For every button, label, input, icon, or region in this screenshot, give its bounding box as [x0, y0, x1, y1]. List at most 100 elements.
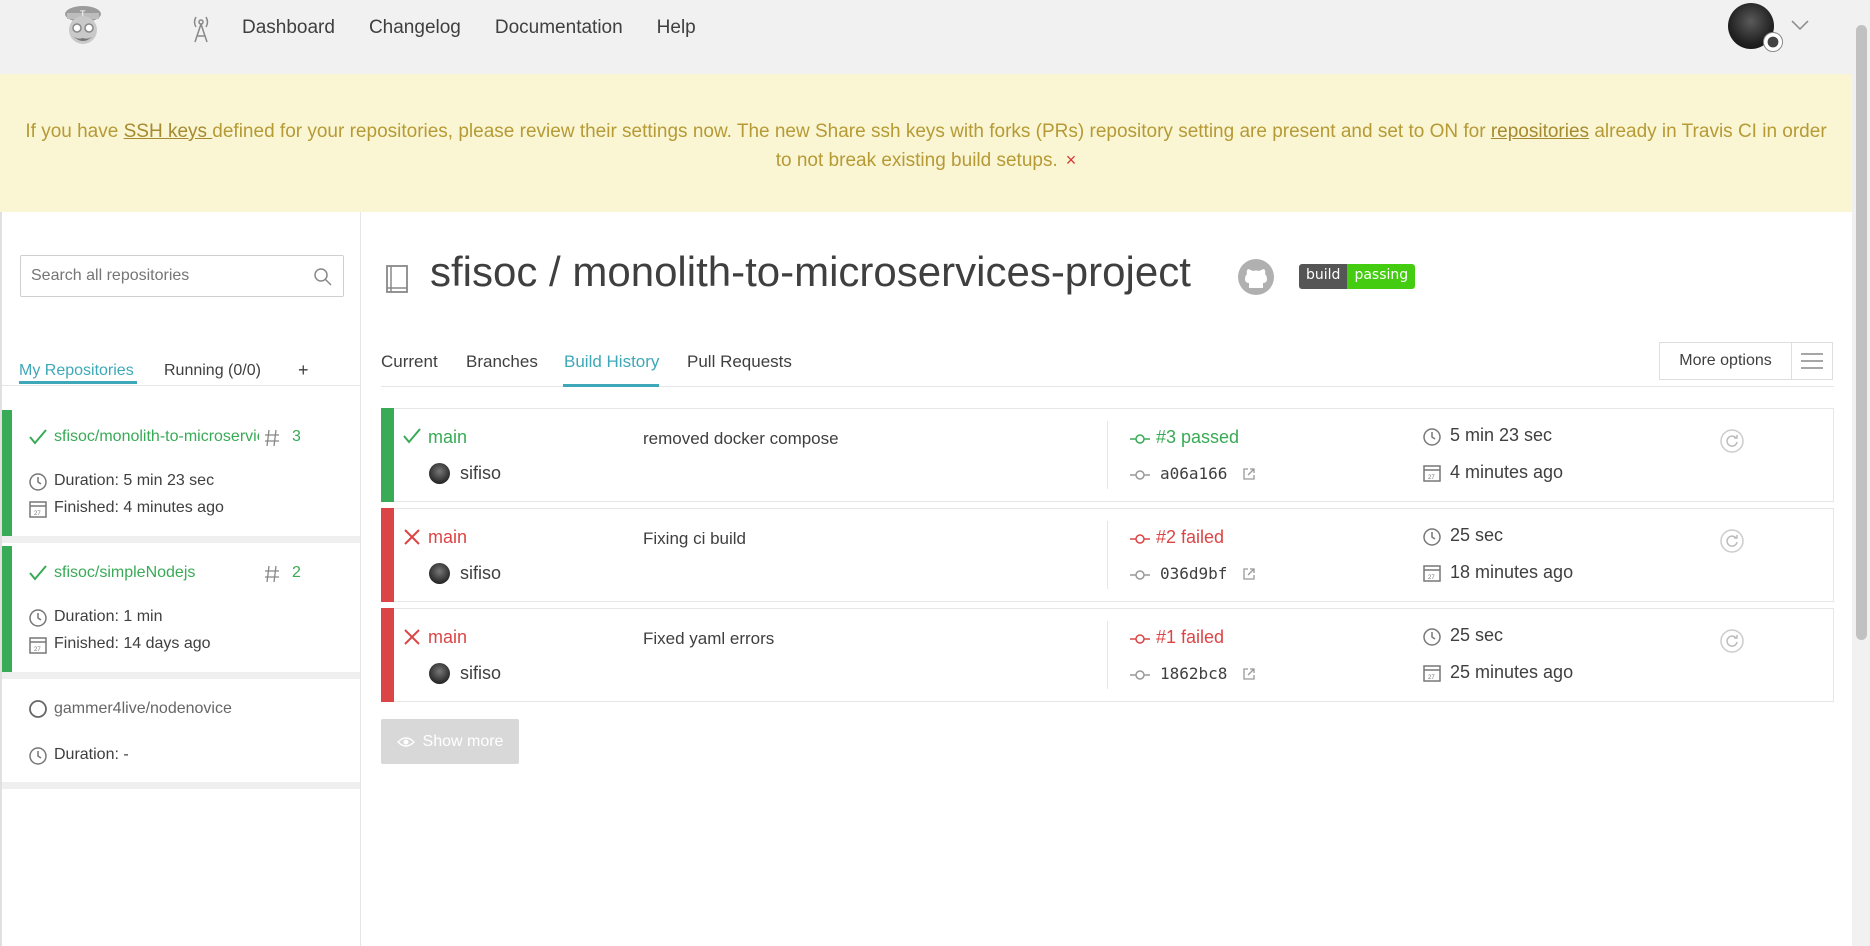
search-input[interactable]	[21, 256, 301, 296]
build-state[interactable]: #1 failed	[1156, 627, 1224, 648]
close-banner-icon[interactable]: ×	[1066, 150, 1077, 170]
build-row[interactable]: main sifiso removed docker compose #3 pa…	[381, 408, 1834, 502]
external-link-icon[interactable]	[1242, 467, 1256, 481]
github-mini-icon	[1763, 32, 1783, 52]
commit-icon	[1130, 634, 1150, 644]
hash-icon	[265, 565, 279, 583]
repo-card-simplenodejs[interactable]: sfisoc/simpleNodejs 2 Duration: 1 min 27…	[2, 546, 360, 672]
commit-hash-icon	[1130, 570, 1150, 580]
commit-hash[interactable]: 036d9bf	[1160, 564, 1227, 583]
build-status-badge[interactable]: build passing	[1299, 264, 1416, 289]
sidebar: My Repositories Running (0/0) + sfisoc/m…	[2, 212, 361, 946]
repo-card-nodenovice[interactable]: gammer4live/nodenovice Duration: -	[2, 682, 360, 794]
nav-dashboard[interactable]: Dashboard	[242, 17, 335, 39]
tab-branches[interactable]: Branches	[466, 352, 538, 372]
active-tab-underline	[563, 384, 659, 387]
repositories-link[interactable]: repositories	[1491, 121, 1589, 142]
repo-name[interactable]: gammer4live/nodenovice	[54, 700, 284, 718]
restart-icon[interactable]	[1720, 529, 1744, 553]
commit-message: Fixed yaml errors	[643, 629, 775, 648]
calendar-icon: 27	[1423, 565, 1441, 582]
build-status-bar	[381, 408, 394, 502]
nav-documentation[interactable]: Documentation	[495, 17, 623, 39]
clock-icon	[1423, 628, 1441, 646]
build-branch[interactable]: main	[428, 527, 467, 548]
tab-running[interactable]: Running (0/0)	[164, 362, 261, 380]
github-icon[interactable]	[1237, 258, 1275, 296]
repo-finished: Finished: 14 days ago	[54, 635, 211, 652]
chevron-down-icon[interactable]	[1790, 18, 1810, 32]
restart-icon[interactable]	[1720, 629, 1744, 653]
external-link-icon[interactable]	[1242, 667, 1256, 681]
build-branch[interactable]: main	[428, 627, 467, 648]
check-icon	[29, 565, 47, 581]
build-state[interactable]: #2 failed	[1156, 527, 1224, 548]
build-status-bar	[381, 508, 394, 602]
build-row[interactable]: main sifiso Fixed yaml errors #1 failed …	[381, 608, 1834, 702]
repo-separator	[2, 782, 360, 789]
svg-text:27: 27	[1428, 675, 1435, 681]
check-icon	[403, 428, 421, 444]
build-number[interactable]: 3	[292, 428, 301, 446]
commit-message: Fixing ci build	[643, 529, 746, 548]
build-author: sifiso	[460, 563, 502, 583]
calendar-icon: 27	[1423, 465, 1441, 482]
build-duration: 25 sec	[1450, 625, 1504, 645]
repo-finished: Finished: 4 minutes ago	[54, 499, 224, 516]
cross-icon	[404, 529, 420, 545]
active-tab-underline	[19, 381, 137, 384]
external-link-icon[interactable]	[1242, 567, 1256, 581]
clock-icon	[1423, 428, 1441, 446]
build-duration: 25 sec	[1450, 525, 1504, 545]
scrollbar-thumb[interactable]	[1856, 25, 1867, 640]
calendar-icon: 27	[29, 637, 47, 654]
restart-icon[interactable]	[1720, 429, 1744, 453]
nav-changelog[interactable]: Changelog	[369, 17, 461, 39]
repo-name[interactable]: sfisoc/monolith-to-microservices-project	[54, 428, 259, 446]
commit-hash-icon	[1130, 470, 1150, 480]
build-status-bar	[381, 608, 394, 702]
nav-help[interactable]: Help	[657, 17, 696, 39]
clock-icon	[29, 747, 47, 765]
clock-icon	[29, 473, 47, 491]
add-repo-button[interactable]: +	[298, 360, 309, 381]
tab-my-repositories[interactable]: My Repositories	[19, 362, 134, 380]
build-row[interactable]: main sifiso Fixing ci build #2 failed 03…	[381, 508, 1834, 602]
travis-logo-icon[interactable]: T	[58, 2, 108, 52]
row-divider	[1107, 621, 1108, 689]
build-finished: 25 minutes ago	[1450, 662, 1574, 682]
repo-status-bar	[2, 546, 12, 672]
calendar-icon: 27	[1423, 665, 1441, 682]
broadcast-tower-icon[interactable]	[190, 14, 212, 44]
ssh-keys-link[interactable]: SSH keys	[124, 121, 213, 142]
commit-icon	[1130, 534, 1150, 544]
search-box	[20, 255, 344, 297]
repo-name[interactable]: sfisoc/simpleNodejs	[54, 564, 259, 582]
tab-pull-requests[interactable]: Pull Requests	[687, 352, 792, 372]
row-divider	[1107, 421, 1108, 489]
author-avatar	[429, 663, 450, 684]
badge-status: passing	[1347, 264, 1416, 289]
commit-hash[interactable]: 1862bc8	[1160, 664, 1227, 683]
ssh-keys-banner: If you have SSH keys defined for your re…	[0, 74, 1852, 212]
badge-label: build	[1299, 264, 1348, 289]
build-state[interactable]: #3 passed	[1156, 427, 1239, 448]
repo-duration: Duration: 1 min	[54, 608, 163, 625]
row-divider	[1107, 521, 1108, 589]
top-navbar: T Dashboard Changelog Documentation Help	[0, 0, 1852, 74]
author-avatar	[429, 463, 450, 484]
build-number[interactable]: 2	[292, 564, 301, 582]
build-branch[interactable]: main	[428, 427, 467, 448]
tab-current[interactable]: Current	[381, 352, 438, 372]
more-options-button[interactable]: More options	[1659, 342, 1833, 380]
eye-icon	[396, 736, 415, 747]
repo-separator	[2, 672, 360, 679]
repo-card-monolith[interactable]: sfisoc/monolith-to-microservices-project…	[2, 410, 360, 536]
show-more-button[interactable]: Show more	[381, 719, 519, 764]
svg-text:27: 27	[34, 511, 41, 517]
tab-build-history[interactable]: Build History	[564, 352, 659, 372]
calendar-icon: 27	[29, 501, 47, 518]
page-title: sfisoc / monolith-to-microservices-proje…	[430, 248, 1191, 295]
commit-hash[interactable]: a06a166	[1160, 464, 1227, 483]
search-icon[interactable]	[313, 267, 333, 287]
